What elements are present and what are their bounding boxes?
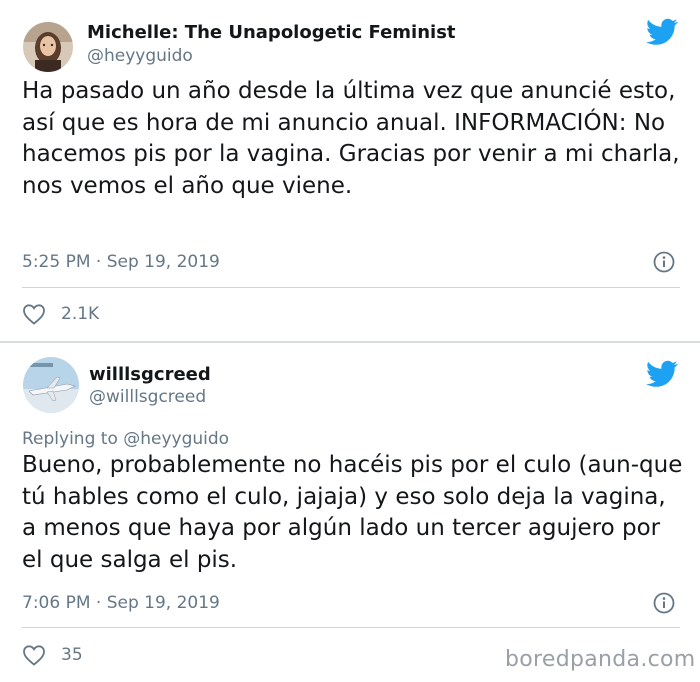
watermark: boredpanda.com (505, 647, 696, 672)
twitter-bird-icon[interactable] (646, 18, 678, 46)
heart-icon[interactable] (22, 644, 46, 666)
tweet-divider (22, 287, 680, 288)
user-handle[interactable]: @heyyguido (87, 46, 193, 66)
display-name[interactable]: willlsgcreed (89, 364, 211, 385)
tweet-card-1: Michelle: The Unapologetic Feminist @hey… (0, 0, 700, 342)
info-icon[interactable] (653, 251, 675, 273)
user-handle[interactable]: @willlsgcreed (89, 387, 206, 407)
info-icon[interactable] (653, 592, 675, 614)
heart-icon[interactable] (22, 303, 46, 325)
avatar[interactable] (23, 22, 73, 72)
like-count: 2.1K (61, 304, 100, 324)
twitter-bird-icon[interactable] (646, 360, 678, 388)
tweet-timestamp[interactable]: 5:25 PM · Sep 19, 2019 (22, 252, 220, 272)
display-name[interactable]: Michelle: The Unapologetic Feminist (87, 22, 456, 43)
replying-to[interactable]: Replying to @heyyguido (22, 429, 229, 449)
tweet-text: Ha pasado un año desde la última vez que… (22, 78, 680, 199)
tweet-card-2: willlsgcreed @willlsgcreed Replying to @… (0, 342, 700, 682)
tweet-divider (22, 627, 680, 628)
tweet-text: Bueno, probablemente no hacéis pis por e… (22, 452, 683, 573)
tweet-timestamp[interactable]: 7:06 PM · Sep 19, 2019 (22, 593, 220, 613)
avatar[interactable] (23, 357, 79, 413)
like-count: 35 (61, 645, 83, 665)
